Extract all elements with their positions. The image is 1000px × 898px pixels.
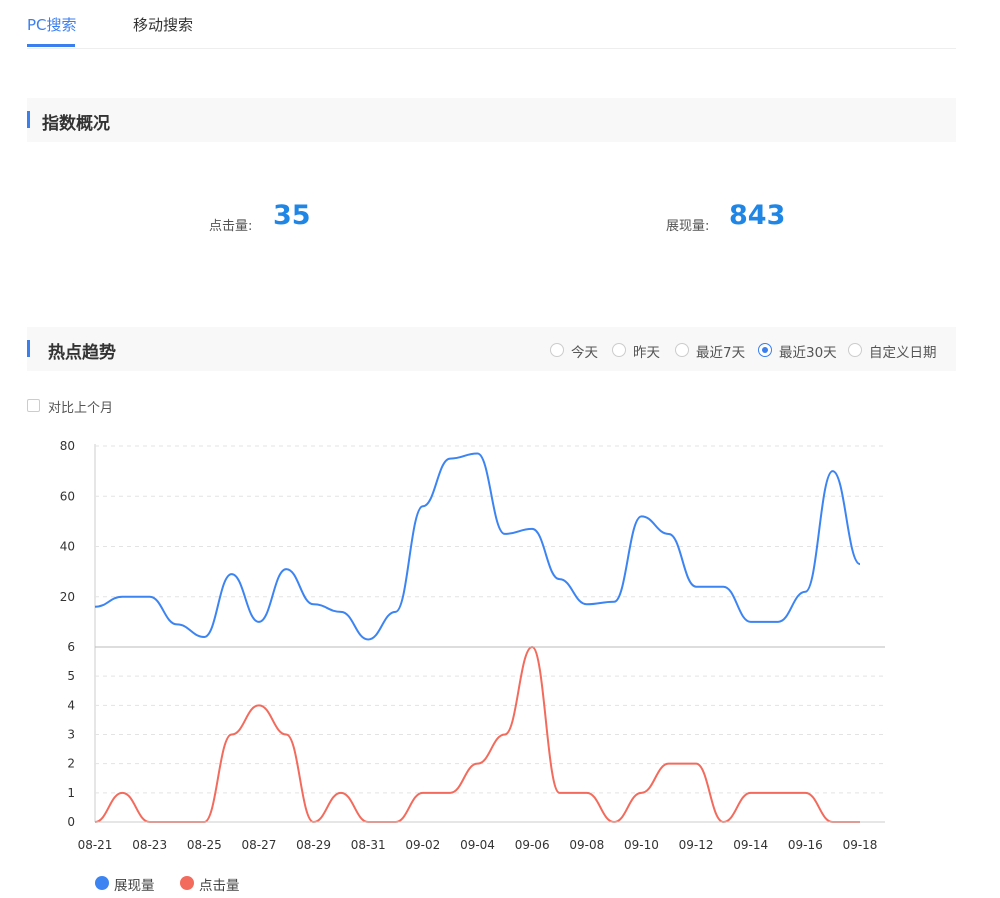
y-tick-label: 1 — [67, 786, 75, 800]
legend-label: 点击量 — [199, 878, 240, 894]
y-tick-label: 0 — [67, 815, 75, 829]
tab-mobile-search[interactable]: 移动搜索 — [133, 14, 193, 35]
overview-title: 指数概况 — [42, 114, 110, 134]
legend-dot — [180, 876, 194, 890]
x-tick-label: 09-10 — [624, 838, 659, 852]
radio-circle — [675, 343, 689, 357]
active-tab-indicator — [27, 44, 75, 47]
y-tick-label: 20 — [60, 590, 75, 604]
x-tick-label: 08-21 — [78, 838, 113, 852]
legend-dot — [95, 876, 109, 890]
y-tick-label: 6 — [67, 640, 75, 654]
range-label: 最近7天 — [696, 345, 746, 361]
y-tick-label: 40 — [60, 540, 75, 554]
checkbox-box — [27, 399, 40, 412]
compare-label: 对比上个月 — [48, 401, 114, 416]
x-tick-label: 08-25 — [187, 838, 222, 852]
x-tick-label: 08-27 — [241, 838, 276, 852]
y-tick-label: 4 — [67, 698, 75, 712]
tab-pc-search[interactable]: PC搜索 — [27, 14, 77, 35]
overview-section-header: 指数概况 — [27, 98, 956, 142]
x-tick-label: 09-14 — [733, 838, 768, 852]
x-tick-label: 09-18 — [843, 838, 878, 852]
search-type-tabs: PC搜索 移动搜索 — [27, 0, 956, 49]
impressions-label: 展现量: — [666, 219, 710, 234]
x-tick-label: 09-12 — [679, 838, 714, 852]
x-tick-label: 08-23 — [132, 838, 167, 852]
radio-circle — [550, 343, 564, 357]
clicks-label: 点击量: — [209, 219, 253, 234]
y-tick-label: 80 — [60, 439, 75, 453]
legend-label: 展现量 — [114, 878, 155, 894]
radio-circle — [848, 343, 862, 357]
range-label: 最近30天 — [779, 345, 837, 361]
radio-circle — [612, 343, 626, 357]
radio-circle-selected — [758, 343, 772, 357]
range-label: 昨天 — [633, 345, 660, 361]
section-marker — [27, 111, 30, 128]
x-tick-label: 08-31 — [351, 838, 386, 852]
y-tick-label: 2 — [67, 757, 75, 771]
x-tick-label: 08-29 — [296, 838, 331, 852]
range-label: 自定义日期 — [869, 345, 937, 361]
date-range-selector: 今天 昨天 最近7天 最近30天 自定义日期 — [0, 341, 1000, 361]
range-label: 今天 — [571, 345, 598, 361]
impressions-value: 843 — [729, 200, 786, 231]
trend-chart: 20 40 60 80 0 1 2 3 4 5 6 08-21 08-23 08-25 08-27 08-29… — [60, 439, 885, 852]
clicks-value: 35 — [273, 200, 311, 231]
y-tick-label: 60 — [60, 489, 75, 503]
y-tick-label: 5 — [67, 669, 75, 683]
y-tick-label: 3 — [67, 728, 75, 742]
x-tick-label: 09-04 — [460, 838, 495, 852]
x-tick-label: 09-16 — [788, 838, 823, 852]
x-tick-label: 09-08 — [569, 838, 604, 852]
x-tick-label: 09-06 — [515, 838, 550, 852]
x-tick-label: 09-02 — [405, 838, 440, 852]
